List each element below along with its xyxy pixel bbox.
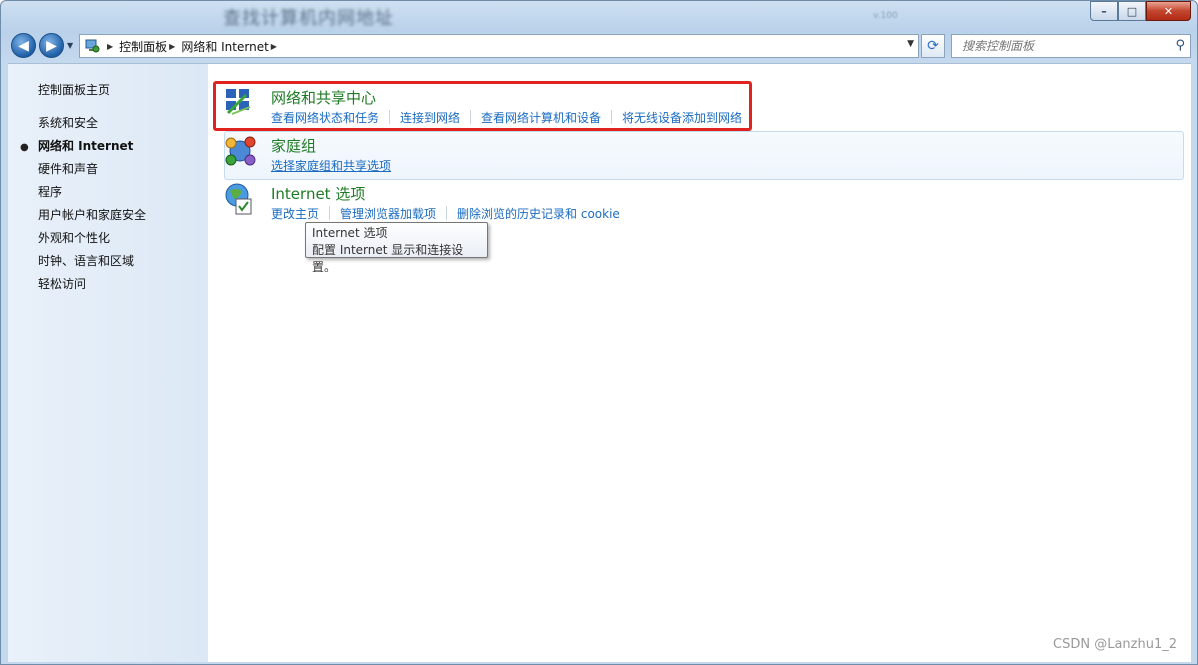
sidebar: 控制面板主页 系统和安全 ● 网络和 Internet 硬件和声音 程序 用户帐… bbox=[8, 64, 208, 662]
breadcrumb-control-panel[interactable]: 控制面板 bbox=[119, 38, 167, 55]
link-homegroup-sharing-options[interactable]: 选择家庭组和共享选项 bbox=[271, 157, 391, 174]
arrow-left-icon: ◀ bbox=[18, 37, 29, 54]
sidebar-item-clock-language[interactable]: 时钟、语言和区域 bbox=[38, 252, 134, 269]
forward-button[interactable]: ▶ bbox=[39, 33, 64, 58]
network-sharing-center-icon bbox=[222, 85, 258, 119]
breadcrumb-separator[interactable]: ▶ bbox=[169, 42, 175, 51]
homegroup-icon bbox=[222, 133, 258, 167]
link-view-network-computers[interactable]: 查看网络计算机和设备 bbox=[481, 109, 601, 126]
navigation-bar: ◀ ▶ ▼ ▶ 控制面板 ▶ 网络和 Internet ▶ ▼ ⟳ ⚲ bbox=[1, 31, 1197, 61]
sidebar-item-appearance[interactable]: 外观和个性化 bbox=[38, 229, 110, 246]
sidebar-item-programs[interactable]: 程序 bbox=[38, 183, 62, 200]
main-panel: 网络和共享中心 查看网络状态和任务 连接到网络 查看网络计算机和设备 将无线设备… bbox=[208, 64, 1191, 662]
breadcrumb-separator[interactable]: ▶ bbox=[107, 42, 113, 51]
sidebar-item-user-accounts[interactable]: 用户帐户和家庭安全 bbox=[38, 206, 146, 223]
link-manage-add-ons[interactable]: 管理浏览器加载项 bbox=[340, 205, 436, 222]
category-links-homegroup: 选择家庭组和共享选项 bbox=[271, 157, 391, 174]
sidebar-item-hardware-sound[interactable]: 硬件和声音 bbox=[38, 160, 98, 177]
link-divider bbox=[329, 206, 331, 220]
maximize-button[interactable]: □ bbox=[1118, 1, 1146, 21]
breadcrumb-separator[interactable]: ▶ bbox=[271, 42, 277, 51]
link-add-wireless-device[interactable]: 将无线设备添加到网络 bbox=[622, 109, 742, 126]
recent-pages-dropdown[interactable]: ▼ bbox=[67, 41, 73, 50]
breadcrumb-network-internet[interactable]: 网络和 Internet bbox=[181, 38, 268, 55]
active-bullet-icon: ● bbox=[20, 142, 29, 153]
minimize-button[interactable]: – bbox=[1090, 1, 1118, 21]
link-divider bbox=[389, 110, 391, 124]
refresh-icon: ⟳ bbox=[927, 38, 939, 54]
control-panel-icon bbox=[83, 38, 101, 54]
link-delete-browsing-history[interactable]: 删除浏览的历史记录和 cookie bbox=[457, 205, 620, 222]
window-title-faint: v.100 bbox=[873, 11, 898, 21]
refresh-button[interactable]: ⟳ bbox=[921, 34, 945, 58]
category-title-network[interactable]: 网络和共享中心 bbox=[271, 87, 376, 108]
tooltip-title: Internet 选项 bbox=[312, 226, 388, 240]
caption-buttons: – □ ✕ bbox=[1090, 1, 1191, 21]
category-links-internet-options: 更改主页 管理浏览器加载项 删除浏览的历史记录和 cookie bbox=[271, 205, 620, 222]
link-divider bbox=[611, 110, 613, 124]
tooltip-description: 配置 Internet 显示和连接设置。 bbox=[312, 243, 464, 274]
link-view-network-status[interactable]: 查看网络状态和任务 bbox=[271, 109, 379, 126]
tooltip-internet-options: Internet 选项 配置 Internet 显示和连接设置。 bbox=[305, 222, 488, 274]
search-box[interactable]: ⚲ bbox=[951, 34, 1191, 58]
sidebar-item-network-internet[interactable]: 网络和 Internet bbox=[38, 137, 133, 154]
sidebar-item-system-security[interactable]: 系统和安全 bbox=[38, 114, 98, 131]
search-input[interactable] bbox=[960, 38, 1164, 54]
explorer-window: 查找计算机内网地址 v.100 – □ ✕ ◀ ▶ ▼ ▶ 控制面板 ▶ 网络和… bbox=[0, 0, 1198, 665]
title-bar[interactable]: 查找计算机内网地址 v.100 – □ ✕ bbox=[1, 1, 1197, 29]
address-bar[interactable]: ▶ 控制面板 ▶ 网络和 Internet ▶ ▼ bbox=[79, 34, 919, 58]
category-links-network: 查看网络状态和任务 连接到网络 查看网络计算机和设备 将无线设备添加到网络 bbox=[271, 109, 742, 126]
internet-options-icon bbox=[222, 181, 258, 215]
link-connect-to-network[interactable]: 连接到网络 bbox=[400, 109, 460, 126]
category-title-internet-options[interactable]: Internet 选项 bbox=[271, 183, 365, 204]
watermark: CSDN @Lanzhu1_2 bbox=[1053, 637, 1177, 652]
category-title-homegroup[interactable]: 家庭组 bbox=[271, 135, 316, 156]
back-button[interactable]: ◀ bbox=[11, 33, 36, 58]
search-icon[interactable]: ⚲ bbox=[1175, 38, 1185, 53]
arrow-right-icon: ▶ bbox=[46, 37, 57, 54]
sidebar-item-ease-of-access[interactable]: 轻松访问 bbox=[38, 275, 86, 292]
address-dropdown-icon[interactable]: ▼ bbox=[907, 39, 914, 49]
link-divider bbox=[446, 206, 448, 220]
link-change-home-page[interactable]: 更改主页 bbox=[271, 205, 319, 222]
link-divider bbox=[470, 110, 472, 124]
window-title: 查找计算机内网地址 bbox=[223, 8, 394, 29]
content-area: 控制面板主页 系统和安全 ● 网络和 Internet 硬件和声音 程序 用户帐… bbox=[8, 63, 1191, 662]
close-button[interactable]: ✕ bbox=[1146, 1, 1191, 21]
sidebar-item-home[interactable]: 控制面板主页 bbox=[38, 81, 110, 98]
